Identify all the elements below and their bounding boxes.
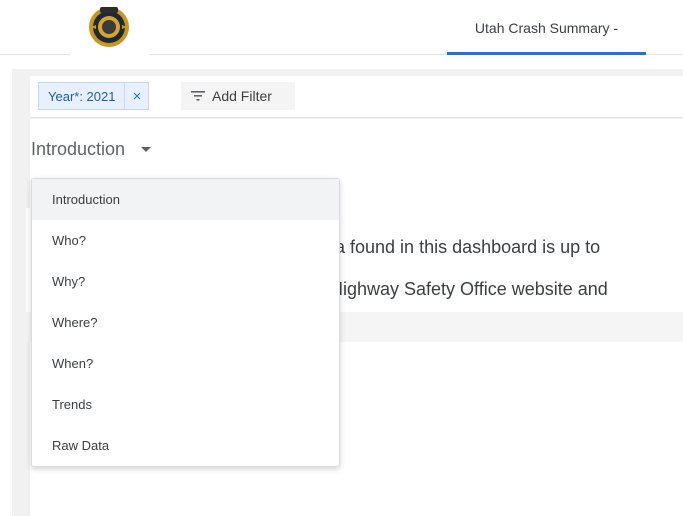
page-selector[interactable]: Introduction: [31, 136, 152, 162]
intro-text-line-1: ta found in this dashboard is up to: [330, 237, 601, 257]
menu-item-where[interactable]: Where?: [32, 302, 339, 343]
menu-item-why[interactable]: Why?: [32, 261, 339, 302]
filter-chip-label: Year*: 2021: [48, 88, 116, 104]
shield-seal-icon: [89, 7, 129, 47]
filter-icon: [191, 91, 205, 101]
close-icon[interactable]: ×: [124, 83, 148, 109]
tab-utah-crash-summary[interactable]: Utah Crash Summary -: [447, 0, 646, 55]
filter-chip-year[interactable]: Year*: 2021 ×: [38, 82, 150, 110]
page-selector-label: Introduction: [31, 138, 126, 159]
tab-label: Utah Crash Summary -: [474, 19, 619, 36]
menu-item-introduction[interactable]: Introduction: [32, 179, 339, 220]
tab-active-indicator: [447, 52, 646, 55]
menu-item-when[interactable]: When?: [32, 343, 339, 384]
page-dropdown-menu: Introduction Who? Why? Where? When? Tren…: [31, 178, 340, 467]
intro-text-line-2: Highway Safety Office website and: [330, 279, 608, 299]
filter-bar: Year*: 2021 × Add Filter: [30, 76, 683, 118]
menu-item-trends[interactable]: Trends: [32, 384, 339, 425]
add-filter-label: Add Filter: [212, 88, 272, 104]
add-filter-button[interactable]: Add Filter: [181, 82, 295, 110]
menu-item-who[interactable]: Who?: [32, 220, 339, 261]
menu-item-raw-data[interactable]: Raw Data: [32, 425, 339, 466]
caret-down-icon: [141, 146, 152, 152]
